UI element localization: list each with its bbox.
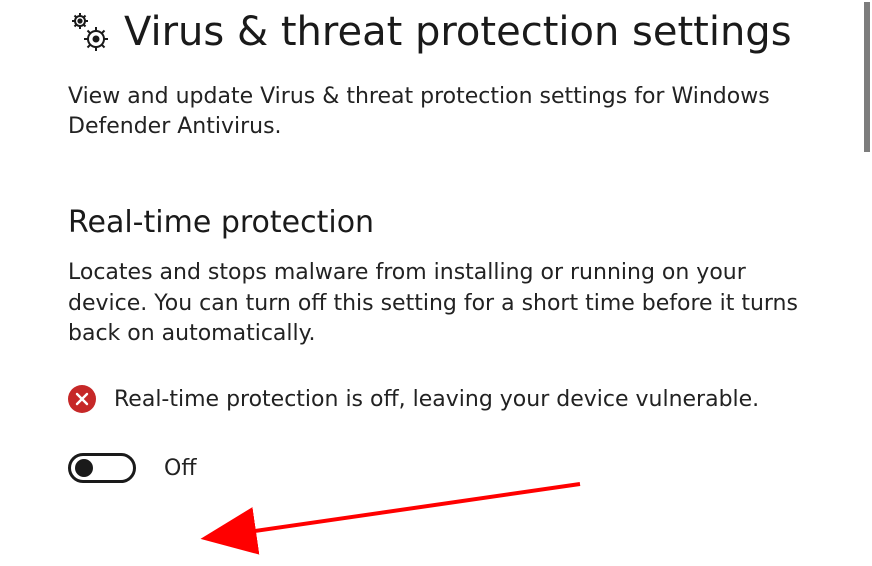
realtime-protection-toggle[interactable] — [68, 453, 136, 483]
scrollbar-thumb[interactable] — [864, 2, 870, 152]
page-header: Virus & threat protection settings — [68, 10, 872, 54]
section-description-realtime: Locates and stops malware from installin… — [68, 258, 828, 349]
toggle-knob — [75, 459, 93, 477]
section-title-realtime: Real-time protection — [68, 205, 872, 240]
settings-gears-icon — [68, 11, 110, 53]
page-title: Virus & threat protection settings — [124, 10, 792, 54]
page-description: View and update Virus & threat protectio… — [68, 82, 793, 141]
error-icon — [68, 385, 96, 413]
toggle-row: Off — [68, 453, 872, 483]
settings-page: Virus & threat protection settings View … — [0, 0, 872, 566]
alert-text: Real-time protection is off, leaving you… — [114, 387, 759, 412]
alert-row: Real-time protection is off, leaving you… — [68, 385, 872, 413]
toggle-state-label: Off — [164, 456, 196, 481]
